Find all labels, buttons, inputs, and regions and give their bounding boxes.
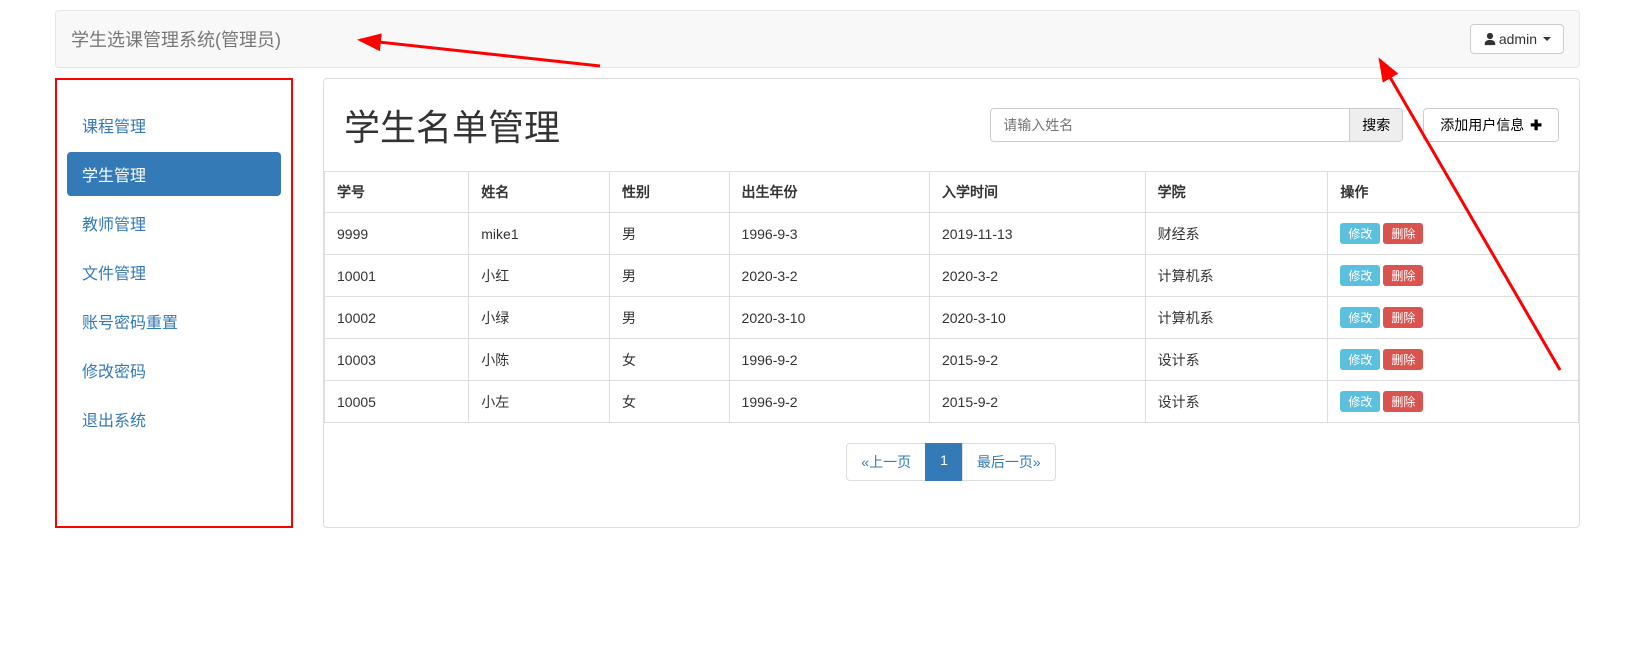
sidebar-item-label: 文件管理: [67, 250, 281, 294]
cell-name: 小绿: [469, 297, 610, 339]
cell-college: 计算机系: [1145, 297, 1328, 339]
cell-id: 10002: [325, 297, 469, 339]
delete-button[interactable]: 删除: [1383, 349, 1423, 370]
navbar: 学生选课管理系统(管理员) admin: [55, 10, 1580, 68]
col-header-5: 学院: [1145, 172, 1328, 213]
user-menu-button[interactable]: admin: [1470, 24, 1564, 54]
cell-id: 10001: [325, 255, 469, 297]
sidebar-item-3[interactable]: 文件管理: [57, 250, 291, 294]
sidebar-item-2[interactable]: 教师管理: [57, 201, 291, 245]
delete-button[interactable]: 删除: [1383, 307, 1423, 328]
sidebar-item-0[interactable]: 课程管理: [57, 103, 291, 147]
sidebar: 课程管理学生管理教师管理文件管理账号密码重置修改密码退出系统: [55, 78, 293, 528]
table-row: 9999mike1男1996-9-32019-11-13财经系修改删除: [325, 213, 1579, 255]
table-row: 10005小左女1996-9-22015-9-2设计系修改删除: [325, 381, 1579, 423]
user-label: admin: [1499, 31, 1537, 47]
student-table: 学号姓名性别出生年份入学时间学院操作 9999mike1男1996-9-3201…: [324, 171, 1579, 423]
table-row: 10003小陈女1996-9-22015-9-2设计系修改删除: [325, 339, 1579, 381]
cell-id: 9999: [325, 213, 469, 255]
cell-enroll: 2015-9-2: [929, 381, 1145, 423]
cell-college: 计算机系: [1145, 255, 1328, 297]
delete-button[interactable]: 删除: [1383, 223, 1423, 244]
page-title: 学生名单管理: [344, 99, 970, 151]
cell-name: 小左: [469, 381, 610, 423]
cell-birth: 2020-3-2: [729, 255, 929, 297]
delete-button[interactable]: 删除: [1383, 391, 1423, 412]
col-header-0: 学号: [325, 172, 469, 213]
col-header-2: 性别: [609, 172, 729, 213]
cell-birth: 1996-9-2: [729, 339, 929, 381]
edit-button[interactable]: 修改: [1340, 391, 1380, 412]
edit-button[interactable]: 修改: [1340, 223, 1380, 244]
user-icon: [1483, 32, 1497, 46]
cell-actions: 修改删除: [1328, 255, 1579, 297]
edit-button[interactable]: 修改: [1340, 349, 1380, 370]
cell-birth: 1996-9-2: [729, 381, 929, 423]
search-button[interactable]: 搜索: [1350, 108, 1403, 142]
cell-name: mike1: [469, 213, 610, 255]
table-row: 10001小红男2020-3-22020-3-2计算机系修改删除: [325, 255, 1579, 297]
cell-actions: 修改删除: [1328, 297, 1579, 339]
sidebar-item-6[interactable]: 退出系统: [57, 397, 291, 441]
plus-icon: ✚: [1530, 117, 1542, 134]
cell-enroll: 2020-3-2: [929, 255, 1145, 297]
cell-name: 小红: [469, 255, 610, 297]
cell-enroll: 2020-3-10: [929, 297, 1145, 339]
cell-gender: 男: [609, 213, 729, 255]
cell-birth: 2020-3-10: [729, 297, 929, 339]
sidebar-item-label: 修改密码: [67, 348, 281, 392]
cell-gender: 女: [609, 339, 729, 381]
page-prev[interactable]: «上一页: [846, 443, 926, 481]
table-row: 10002小绿男2020-3-102020-3-10计算机系修改删除: [325, 297, 1579, 339]
cell-enroll: 2015-9-2: [929, 339, 1145, 381]
page-last[interactable]: 最后一页»: [962, 443, 1056, 481]
add-user-button[interactable]: 添加用户信息 ✚: [1423, 108, 1559, 142]
cell-actions: 修改删除: [1328, 213, 1579, 255]
edit-button[interactable]: 修改: [1340, 307, 1380, 328]
col-header-3: 出生年份: [729, 172, 929, 213]
cell-college: 财经系: [1145, 213, 1328, 255]
cell-college: 设计系: [1145, 381, 1328, 423]
chevron-down-icon: [1543, 37, 1551, 41]
search-input[interactable]: [990, 108, 1350, 142]
sidebar-item-label: 账号密码重置: [67, 299, 281, 343]
app-title: 学生选课管理系统(管理员): [71, 11, 281, 67]
cell-enroll: 2019-11-13: [929, 213, 1145, 255]
cell-actions: 修改删除: [1328, 339, 1579, 381]
cell-birth: 1996-9-3: [729, 213, 929, 255]
cell-gender: 男: [609, 297, 729, 339]
search-group: 搜索: [990, 108, 1403, 142]
cell-name: 小陈: [469, 339, 610, 381]
cell-actions: 修改删除: [1328, 381, 1579, 423]
delete-button[interactable]: 删除: [1383, 265, 1423, 286]
cell-college: 设计系: [1145, 339, 1328, 381]
page-current[interactable]: 1: [925, 443, 963, 481]
sidebar-item-label: 学生管理: [67, 152, 281, 196]
col-header-1: 姓名: [469, 172, 610, 213]
cell-gender: 男: [609, 255, 729, 297]
pagination: «上一页 1 最后一页»: [324, 443, 1579, 481]
sidebar-item-4[interactable]: 账号密码重置: [57, 299, 291, 343]
sidebar-item-5[interactable]: 修改密码: [57, 348, 291, 392]
main-panel: 学生名单管理 搜索 添加用户信息 ✚ 学号姓名性别出生年份入学时间学院操作 99…: [323, 78, 1580, 528]
cell-id: 10003: [325, 339, 469, 381]
sidebar-item-1[interactable]: 学生管理: [57, 152, 291, 196]
sidebar-item-label: 退出系统: [67, 397, 281, 441]
cell-gender: 女: [609, 381, 729, 423]
col-header-6: 操作: [1328, 172, 1579, 213]
cell-id: 10005: [325, 381, 469, 423]
sidebar-item-label: 教师管理: [67, 201, 281, 245]
edit-button[interactable]: 修改: [1340, 265, 1380, 286]
col-header-4: 入学时间: [929, 172, 1145, 213]
sidebar-item-label: 课程管理: [67, 103, 281, 147]
add-user-label: 添加用户信息: [1440, 115, 1524, 135]
